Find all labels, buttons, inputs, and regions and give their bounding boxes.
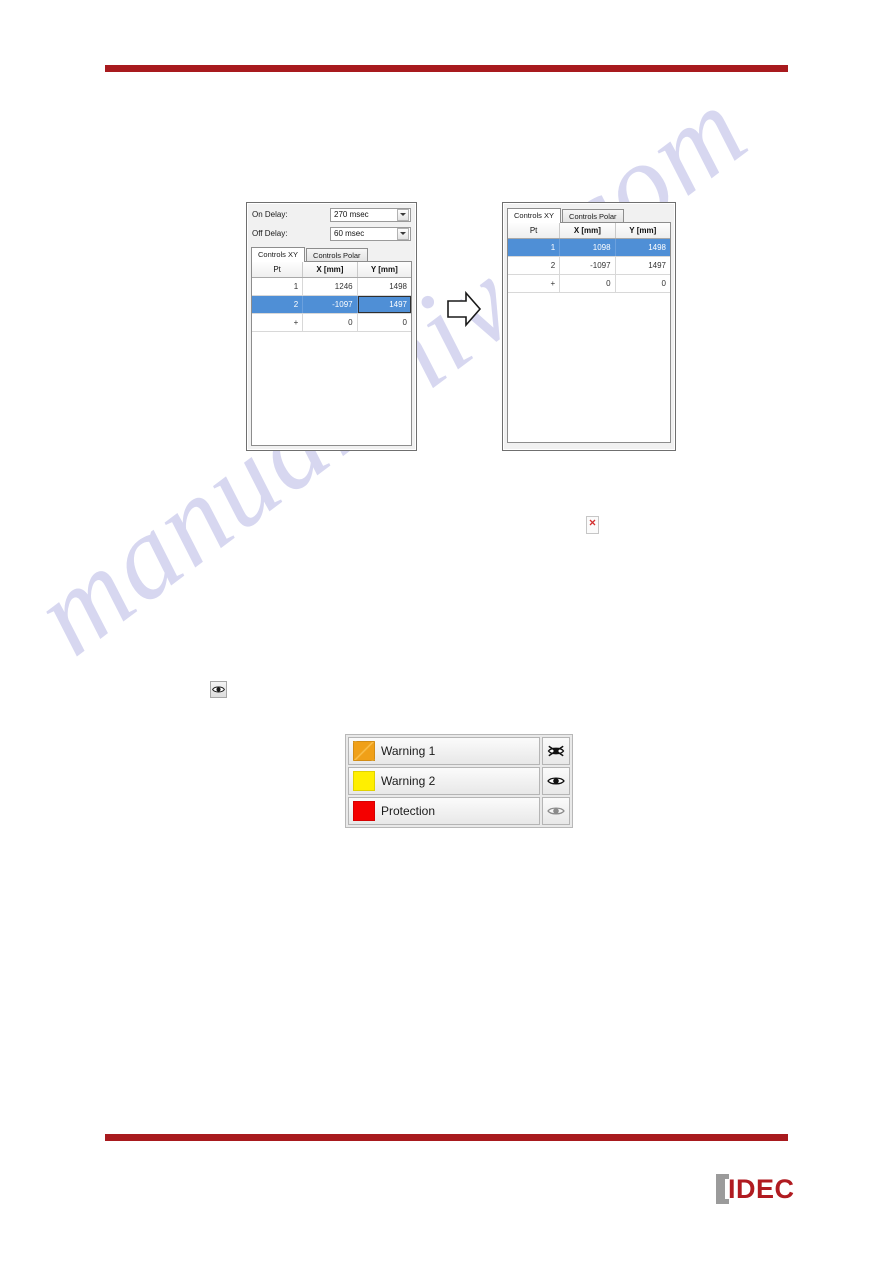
cell-y[interactable]: 0 <box>357 313 411 332</box>
cell-pt[interactable]: 2 <box>252 295 304 314</box>
cell-pt-add[interactable]: + <box>252 313 304 332</box>
off-delay-dropdown[interactable]: 60 msec <box>330 226 411 241</box>
chevron-down-icon <box>400 232 406 235</box>
column-header-y: Y [mm] <box>357 262 411 278</box>
on-delay-dropdown-button[interactable] <box>397 208 409 221</box>
zone-color-swatch <box>353 801 375 821</box>
zone-color-swatch <box>353 741 375 761</box>
on-delay-row: On Delay: 270 msec <box>252 207 411 222</box>
cell-pt[interactable]: 1 <box>252 277 304 296</box>
cell-y[interactable]: 1498 <box>357 277 411 296</box>
zone-row-protection[interactable]: Protection <box>348 797 570 825</box>
eye-icon-disabled <box>547 807 565 815</box>
zone-main-warning-2[interactable]: Warning 2 <box>348 767 540 795</box>
eye-icon <box>547 777 565 785</box>
zone-main-warning-1[interactable]: Warning 1 <box>348 737 540 765</box>
cell-x[interactable]: 0 <box>559 274 616 293</box>
tab-controls-xy[interactable]: Controls XY <box>251 247 306 262</box>
cell-x[interactable]: -1097 <box>302 295 358 314</box>
off-delay-label: Off Delay: <box>252 229 288 238</box>
right-tabstrip: Controls XY Controls Polar <box>507 208 671 223</box>
cell-x[interactable]: 0 <box>302 313 358 332</box>
on-delay-value: 270 msec <box>334 209 369 219</box>
cell-pt[interactable]: 1 <box>508 238 561 257</box>
zone-label: Warning 1 <box>381 744 436 758</box>
zone-visibility-toggle-warning-2[interactable] <box>542 767 570 795</box>
table-header-row: Pt X [mm] Y [mm] <box>508 223 670 239</box>
column-header-y: Y [mm] <box>615 223 670 239</box>
idec-logo-wordmark: IDEC <box>728 1174 795 1204</box>
zone-row-warning-2[interactable]: Warning 2 <box>348 767 570 795</box>
right-settings-panel: Controls XY Controls Polar Pt X [mm] Y [… <box>502 202 676 451</box>
table-row-selected[interactable]: 2 -1097 1497 <box>252 295 411 314</box>
off-delay-value: 60 msec <box>334 228 365 238</box>
column-header-pt: Pt <box>252 262 304 278</box>
tab-controls-xy[interactable]: Controls XY <box>507 208 562 223</box>
page-footer-rule <box>105 1134 788 1141</box>
zone-visibility-list: Warning 1 Warning 2 Protection <box>345 734 573 828</box>
cell-x[interactable]: -1097 <box>559 256 616 275</box>
table-row[interactable]: 1 1246 1498 <box>252 277 411 296</box>
zone-color-swatch <box>353 771 375 791</box>
arrow-right-outline-icon <box>446 290 482 328</box>
broken-image-placeholder-icon <box>586 516 599 534</box>
left-settings-panel: On Delay: 270 msec Off Delay: 60 msec Co… <box>246 202 417 451</box>
table-row-new[interactable]: + 0 0 <box>252 313 411 332</box>
cell-y[interactable]: 1497 <box>615 256 670 275</box>
column-header-x: X [mm] <box>559 223 616 239</box>
on-delay-label: On Delay: <box>252 210 288 219</box>
eye-crossed-icon <box>547 745 565 757</box>
cell-y[interactable]: 1498 <box>615 238 670 257</box>
off-delay-dropdown-button[interactable] <box>397 227 409 240</box>
column-header-x: X [mm] <box>302 262 358 278</box>
tab-controls-polar[interactable]: Controls Polar <box>562 209 624 223</box>
eye-toggle-button[interactable] <box>210 681 227 698</box>
cell-pt-add[interactable]: + <box>508 274 561 293</box>
right-grid-container: Pt X [mm] Y [mm] 1 1098 1498 2 -1097 149… <box>507 222 671 443</box>
left-tabstrip: Controls XY Controls Polar <box>251 247 412 262</box>
right-coordinates-table: Pt X [mm] Y [mm] 1 1098 1498 2 -1097 149… <box>508 223 670 293</box>
eye-icon <box>212 686 225 693</box>
zone-main-protection[interactable]: Protection <box>348 797 540 825</box>
tab-controls-polar[interactable]: Controls Polar <box>306 248 368 262</box>
on-delay-dropdown[interactable]: 270 msec <box>330 207 411 222</box>
zone-label: Protection <box>381 804 436 818</box>
table-row-selected[interactable]: 1 1098 1498 <box>508 238 670 257</box>
cell-pt[interactable]: 2 <box>508 256 561 275</box>
table-header-row: Pt X [mm] Y [mm] <box>252 262 411 278</box>
zone-row-warning-1[interactable]: Warning 1 <box>348 737 570 765</box>
cell-x[interactable]: 1246 <box>302 277 358 296</box>
table-row-new[interactable]: + 0 0 <box>508 274 670 293</box>
zone-label: Warning 2 <box>381 774 436 788</box>
zone-visibility-toggle-protection[interactable] <box>542 797 570 825</box>
cell-x[interactable]: 1098 <box>559 238 616 257</box>
cell-y[interactable]: 0 <box>615 274 670 293</box>
page-header-rule <box>105 65 788 72</box>
column-header-pt: Pt <box>508 223 561 239</box>
table-row[interactable]: 2 -1097 1497 <box>508 256 670 275</box>
cell-y[interactable]: 1497 <box>357 295 411 314</box>
idec-logo-mark <box>716 1174 729 1204</box>
chevron-down-icon <box>400 213 406 216</box>
idec-logo: IDEC <box>716 1174 795 1204</box>
left-grid-container: Pt X [mm] Y [mm] 1 1246 1498 2 -1097 149… <box>251 261 412 446</box>
left-coordinates-table: Pt X [mm] Y [mm] 1 1246 1498 2 -1097 149… <box>252 262 411 332</box>
off-delay-row: Off Delay: 60 msec <box>252 226 411 241</box>
zone-visibility-toggle-warning-1[interactable] <box>542 737 570 765</box>
